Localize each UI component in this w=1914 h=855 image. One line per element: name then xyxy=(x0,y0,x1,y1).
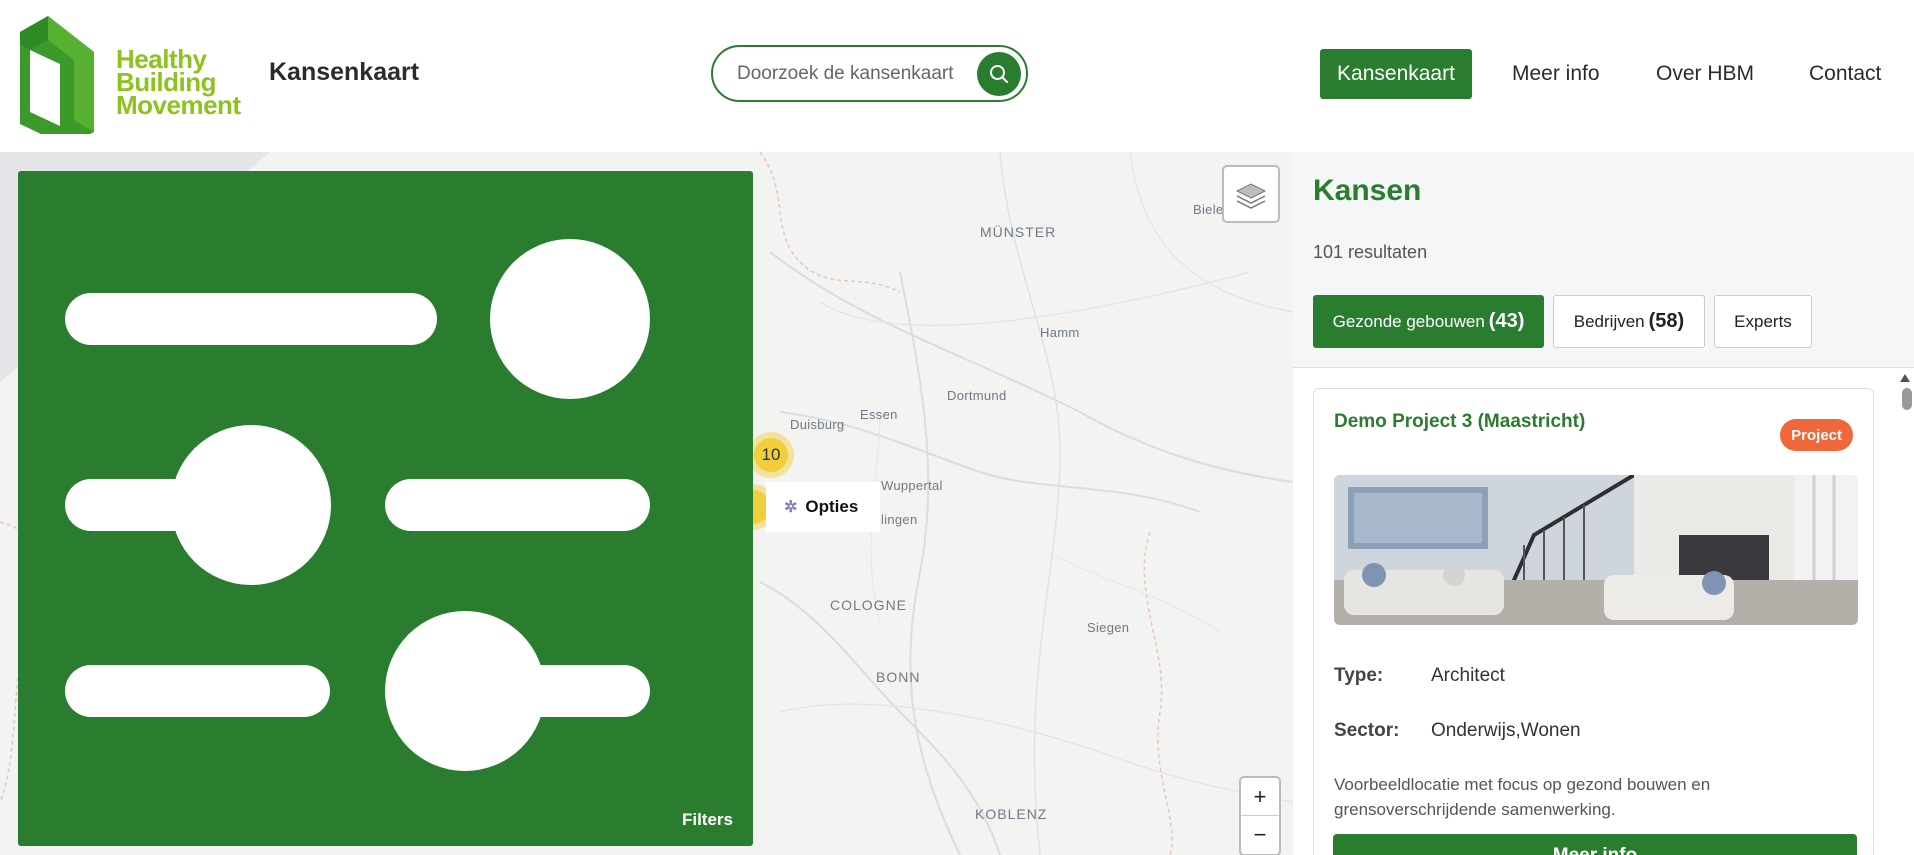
search-bar xyxy=(711,45,1028,102)
sector-label: Sector: xyxy=(1334,720,1400,741)
sector-value: Onderwijs,Wonen xyxy=(1431,720,1581,741)
meer-info-button[interactable]: Meer info xyxy=(1333,834,1857,855)
city-label: Essen xyxy=(860,407,898,422)
type-label: Type: xyxy=(1334,665,1384,686)
cluster-count: 10 xyxy=(754,438,788,472)
search-icon xyxy=(990,65,1008,83)
nav-contact[interactable]: Contact xyxy=(1809,49,1881,99)
zoom-in-button[interactable]: + xyxy=(1241,778,1279,816)
city-label: MÜNSTER xyxy=(980,224,1057,240)
results-panel: Kansen 101 resultaten Gezonde gebouwen (4… xyxy=(1293,152,1914,855)
map-cluster-marker[interactable]: 10 xyxy=(748,432,794,478)
city-label: BONN xyxy=(876,669,921,685)
filters-button[interactable]: Filters xyxy=(18,171,753,846)
city-label: Wuppertal xyxy=(881,478,943,493)
project-image xyxy=(1334,475,1858,625)
city-label: Dortmund xyxy=(947,388,1007,403)
result-card[interactable]: Demo Project 3 (Maastricht) Project Type… xyxy=(1313,388,1874,855)
tab-label: Experts xyxy=(1734,311,1792,331)
city-label: Biele xyxy=(1193,202,1224,217)
card-description: Voorbeeldlocatie met focus op gezond bou… xyxy=(1334,775,1711,819)
tab-bedrijven[interactable]: Bedrijven (58) xyxy=(1553,295,1705,348)
nav-meer-info[interactable]: Meer info xyxy=(1512,49,1600,99)
tab-count: (43) xyxy=(1488,310,1525,332)
layers-button[interactable] xyxy=(1222,165,1280,223)
options-button[interactable]: ✲ Opties xyxy=(766,482,880,532)
city-label: Siegen xyxy=(1087,620,1130,635)
app-title: Kansenkaart xyxy=(269,58,420,86)
city-label: KOBLENZ xyxy=(975,806,1048,822)
results-count: 101 resultaten xyxy=(1313,242,1428,262)
city-label: lingen xyxy=(881,512,918,527)
living-room-photo xyxy=(1334,475,1858,625)
panel-title: Kansen xyxy=(1313,174,1422,207)
results-list[interactable]: Demo Project 3 (Maastricht) Project Type… xyxy=(1293,368,1914,855)
zoom-out-button[interactable]: − xyxy=(1241,816,1279,854)
city-label: Duisburg xyxy=(790,417,845,432)
nav-kansenkaart[interactable]: Kansenkaart xyxy=(1320,49,1472,99)
options-label: Opties xyxy=(805,497,859,516)
tab-label: Gezonde gebouwen xyxy=(1332,311,1485,331)
logo-wordmark: Healthy Building Movement xyxy=(116,44,241,120)
house-logo-icon xyxy=(20,16,94,134)
hbm-logo[interactable]: Healthy Building Movement xyxy=(16,14,256,134)
city-label: Hamm xyxy=(1040,325,1080,340)
search-input[interactable] xyxy=(737,59,957,89)
header: Healthy Building Movement Kansenkaart Ka… xyxy=(0,0,1914,152)
city-label: COLOGNE xyxy=(830,597,908,613)
sliders-icon xyxy=(65,239,650,771)
gear-icon: ✲ xyxy=(784,499,798,516)
type-value: Architect xyxy=(1431,665,1505,686)
tab-count: (58) xyxy=(1648,310,1685,332)
type-badge: Project xyxy=(1780,419,1853,451)
nav-over-hbm[interactable]: Over HBM xyxy=(1656,49,1754,99)
tab-experts[interactable]: Experts xyxy=(1714,295,1812,348)
tab-label: Bedrijven xyxy=(1573,311,1645,331)
scrollbar-thumb[interactable] xyxy=(1902,388,1912,410)
card-title[interactable]: Demo Project 3 (Maastricht) xyxy=(1334,411,1585,433)
filters-label: Filters xyxy=(681,810,733,829)
layers-icon xyxy=(1235,183,1267,209)
scroll-up-arrow[interactable] xyxy=(1900,374,1910,382)
search-button[interactable] xyxy=(977,52,1021,96)
tab-gezonde-gebouwen[interactable]: Gezonde gebouwen (43) xyxy=(1313,295,1544,348)
zoom-control: + − xyxy=(1239,776,1281,855)
